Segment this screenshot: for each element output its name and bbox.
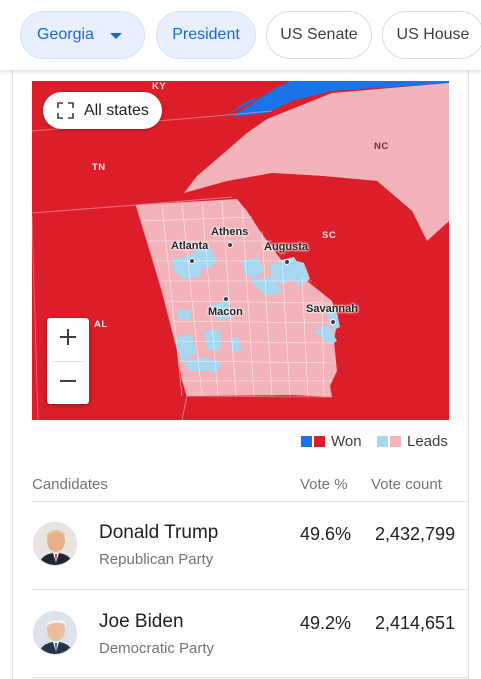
state-dropdown-label: Georgia: [37, 26, 94, 43]
vote-count: 2,432,799: [375, 524, 456, 544]
race-chip-house[interactable]: US House: [382, 11, 481, 59]
legend-swatch-dem-leads: [377, 436, 388, 447]
header-vote-count: Vote count: [371, 476, 442, 493]
state-label-ky: KY: [152, 81, 167, 92]
city-marker-savannah: [330, 319, 336, 325]
city-marker-athens: [227, 242, 233, 248]
minus-icon: [58, 371, 78, 396]
race-chip-president-label: President: [172, 26, 240, 43]
zoom-in-button[interactable]: [47, 318, 89, 360]
all-states-button[interactable]: All states: [43, 92, 162, 129]
candidate-party: Democratic Party: [99, 640, 215, 657]
vote-count: 2,414,651: [375, 613, 456, 633]
header-divider: [32, 501, 470, 502]
legend-swatch-rep-leads: [390, 436, 401, 447]
zoom-controls: [47, 318, 89, 404]
city-label-macon: Macon: [208, 306, 243, 318]
candidate-name: Joe Biden: [99, 611, 184, 632]
election-map[interactable]: KY TN NC SC AL Atlanta Athens Augusta Ma…: [32, 81, 449, 420]
city-label-atlanta: Atlanta: [171, 240, 209, 252]
city-label-augusta: Augusta: [264, 241, 308, 253]
city-marker-augusta: [284, 259, 290, 265]
expand-icon: [57, 102, 74, 119]
zoom-out-button[interactable]: [47, 362, 89, 404]
map-graphic: [32, 81, 449, 420]
plus-icon: [58, 327, 78, 352]
avatar-biden: [33, 611, 77, 655]
state-label-nc: NC: [374, 141, 389, 152]
vote-pct: 49.6%: [300, 524, 352, 544]
state-label-tn: TN: [92, 162, 106, 173]
candidate-party: Republican Party: [99, 551, 214, 568]
header-vote-pct: Vote %: [300, 476, 348, 493]
race-chip-president[interactable]: President: [156, 11, 256, 59]
state-dropdown[interactable]: Georgia: [20, 11, 145, 59]
race-chip-house-label: US House: [396, 26, 470, 43]
city-label-savannah: Savannah: [306, 303, 358, 315]
row-divider: [32, 677, 470, 678]
vote-pct: 49.2%: [300, 613, 352, 633]
state-label-al: AL: [94, 319, 108, 330]
legend-won: Won: [301, 433, 362, 450]
state-label-sc: SC: [322, 230, 337, 241]
legend-won-label: Won: [331, 433, 362, 450]
candidate-name: Donald Trump: [99, 522, 219, 543]
avatar-trump: [33, 522, 77, 566]
legend-leads: Leads: [377, 433, 448, 450]
dropdown-caret-icon: [110, 33, 122, 39]
legend-swatch-dem-won: [301, 436, 312, 447]
race-chip-senate-label: US Senate: [280, 26, 358, 43]
city-marker-atlanta: [189, 258, 195, 264]
legend-swatch-rep-won: [314, 436, 325, 447]
city-marker-macon: [223, 296, 229, 302]
race-chip-senate[interactable]: US Senate: [266, 11, 372, 59]
city-label-athens: Athens: [211, 226, 249, 238]
race-filter-bar: Georgia President US Senate US House: [0, 0, 481, 70]
row-divider: [32, 589, 470, 590]
all-states-label: All states: [84, 101, 149, 119]
legend-leads-label: Leads: [407, 433, 448, 450]
header-candidates: Candidates: [32, 476, 108, 493]
